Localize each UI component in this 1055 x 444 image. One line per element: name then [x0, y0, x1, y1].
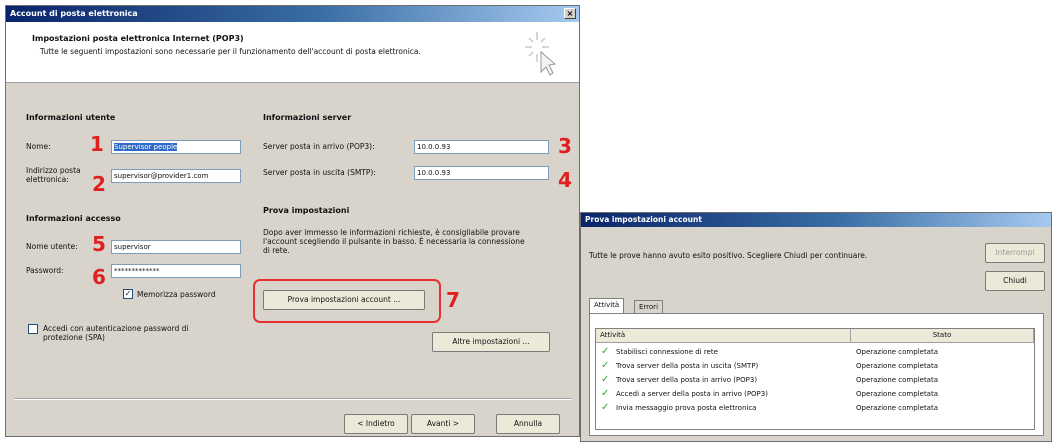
task-name: Accedi a server della posta in arrivo (P… — [616, 390, 768, 398]
task-name: Stabilisci connessione di rete — [616, 348, 718, 356]
title-bar: Account di posta elettronica × — [6, 6, 579, 22]
email-account-dialog: Account di posta elettronica × Impostazi… — [5, 5, 580, 437]
list-item: ✓ Trova server della posta in arrivo (PO… — [596, 373, 1034, 387]
email-field[interactable]: supervisor@provider1.com — [111, 169, 241, 183]
marker-7: 7 — [446, 288, 460, 312]
check-icon: ✓ — [601, 374, 610, 385]
test-dialog-title: Prova impostazioni account — [585, 215, 702, 224]
header-title: Impostazioni posta elettronica Internet … — [32, 34, 244, 43]
back-button[interactable]: < Indietro — [344, 414, 408, 434]
test-result-message: Tutte le prove hanno avuto esito positiv… — [589, 251, 868, 260]
task-status: Operazione completata — [856, 404, 939, 412]
more-settings-button[interactable]: Altre impostazioni ... — [432, 332, 550, 352]
test-settings-heading: Prova impostazioni — [263, 206, 350, 215]
password-label: Password: — [26, 266, 64, 275]
marker-5: 5 — [92, 232, 106, 256]
marker-4: 4 — [558, 168, 572, 192]
test-dialog-title-bar: Prova impostazioni account — [581, 213, 1051, 227]
window-title: Account di posta elettronica — [10, 9, 138, 18]
column-header-task[interactable]: Attività — [596, 329, 851, 343]
list-item: ✓ Invia messaggio prova posta elettronic… — [596, 401, 1034, 415]
marker-3: 3 — [558, 134, 572, 158]
task-status: Operazione completata — [856, 376, 939, 384]
close-icon[interactable]: × — [564, 8, 576, 19]
check-icon: ✓ — [601, 360, 610, 371]
tab-panel: Attività Stato ✓ Stabilisci connessione … — [589, 313, 1044, 436]
remember-password-checkbox[interactable]: ✓ — [123, 289, 133, 299]
email-label: Indirizzo posta elettronica: — [26, 166, 81, 184]
header-description: Tutte le seguenti impostazioni sono nece… — [40, 47, 421, 56]
test-settings-description: Dopo aver immesso le informazioni richie… — [263, 228, 525, 255]
marker-1: 1 — [90, 132, 104, 156]
spa-label: Accedi con autenticazione password di pr… — [43, 324, 189, 342]
task-status: Operazione completata — [856, 390, 939, 398]
incoming-server-label: Server posta in arrivo (POP3): — [263, 142, 375, 151]
outgoing-server-label: Server posta in uscita (SMTP): — [263, 168, 376, 177]
remember-password-label: Memorizza password — [137, 290, 216, 299]
list-item: ✓ Trova server della posta in uscita (SM… — [596, 359, 1034, 373]
task-name: Trova server della posta in arrivo (POP3… — [616, 376, 758, 384]
wizard-header: Impostazioni posta elettronica Internet … — [6, 22, 579, 83]
outgoing-server-field[interactable]: 10.0.0.93 — [414, 166, 549, 180]
list-item: ✓ Accedi a server della posta in arrivo … — [596, 387, 1034, 401]
server-info-heading: Informazioni server — [263, 113, 352, 122]
divider — [14, 398, 571, 400]
close-button[interactable]: Chiudi — [985, 271, 1045, 291]
user-info-heading: Informazioni utente — [26, 113, 116, 122]
test-account-button[interactable]: Prova impostazioni account ... — [263, 290, 425, 310]
task-name: Trova server della posta in uscita (SMTP… — [616, 362, 759, 370]
cancel-button[interactable]: Annulla — [496, 414, 560, 434]
name-label: Nome: — [26, 142, 51, 151]
logon-info-heading: Informazioni accesso — [26, 214, 121, 223]
password-field[interactable]: ************* — [111, 264, 241, 278]
tab-errors[interactable]: Errori — [634, 300, 664, 314]
check-icon: ✓ — [601, 402, 610, 413]
list-item: ✓ Stabilisci connessione di rete Operazi… — [596, 345, 1034, 359]
username-field[interactable]: supervisor — [111, 240, 241, 254]
column-header-status[interactable]: Stato — [851, 329, 1034, 343]
check-icon: ✓ — [601, 346, 610, 357]
test-account-dialog: Prova impostazioni account Tutte le prov… — [580, 212, 1052, 442]
spa-checkbox[interactable] — [28, 324, 38, 334]
wizard-sparkle-icon — [525, 32, 557, 76]
check-icon: ✓ — [601, 388, 610, 399]
username-label: Nome utente: — [26, 242, 78, 251]
name-field[interactable]: Supervisor people — [111, 140, 241, 154]
task-status: Operazione completata — [856, 348, 939, 356]
stop-button[interactable]: Interrompi — [985, 243, 1045, 263]
task-name: Invia messaggio prova posta elettronica — [616, 404, 757, 412]
incoming-server-field[interactable]: 10.0.0.93 — [414, 140, 549, 154]
next-button[interactable]: Avanti > — [411, 414, 475, 434]
test-task-list: Attività Stato ✓ Stabilisci connessione … — [595, 328, 1035, 430]
tab-activities[interactable]: Attività — [589, 298, 625, 314]
marker-6: 6 — [92, 265, 106, 289]
task-status: Operazione completata — [856, 362, 939, 370]
marker-2: 2 — [92, 172, 106, 196]
